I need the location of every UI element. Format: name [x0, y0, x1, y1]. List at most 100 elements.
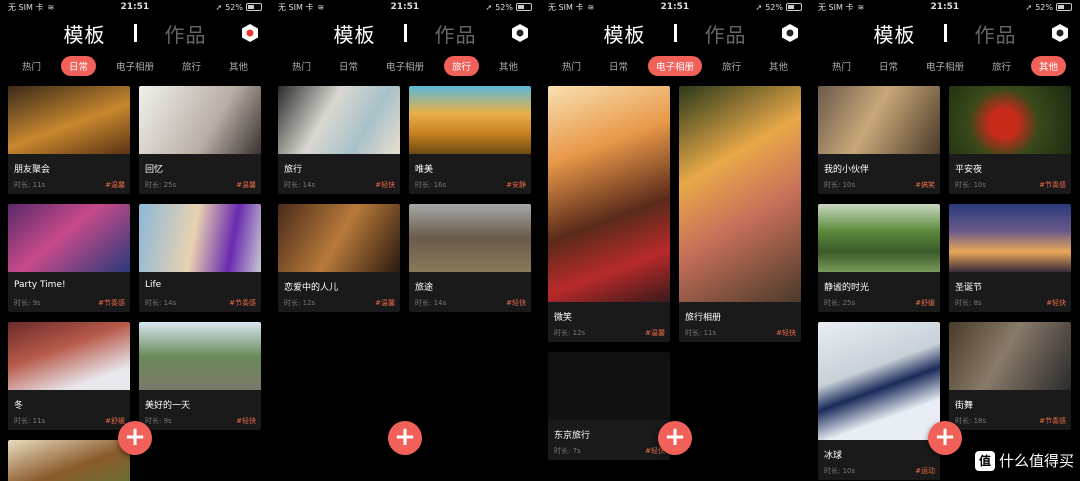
- thumbnail: [818, 322, 940, 440]
- template-card[interactable]: 回忆 时长: 25s #温馨: [139, 86, 261, 194]
- card-duration: 时长: 25s: [824, 299, 856, 307]
- tab-templates[interactable]: 模板: [604, 19, 646, 48]
- thumbnail: [548, 86, 670, 302]
- category-tab-active[interactable]: 其他: [1030, 56, 1066, 76]
- app-header: 模板 作品: [540, 14, 810, 52]
- category-tabs: 热门 日常 电子相册 旅行 其他: [810, 52, 1080, 80]
- template-card[interactable]: 旅行 时长: 14s #轻快: [278, 86, 400, 194]
- thumbnail: [139, 322, 261, 390]
- tab-works[interactable]: 作品: [705, 19, 747, 48]
- template-card[interactable]: 平安夜 时长: 10s #节奏感: [949, 86, 1071, 194]
- card-tag: #轻快: [1046, 299, 1066, 307]
- status-bar: 无 SIM 卡 ≋ 21:51 ➚ 52%: [810, 0, 1080, 14]
- tab-templates[interactable]: 模板: [64, 19, 106, 48]
- template-card[interactable]: Life 时长: 14s #节奏感: [139, 204, 261, 312]
- card-duration: 时长: 12s: [554, 329, 586, 337]
- card-duration: 时长: 18s: [955, 417, 987, 425]
- card-title: 旅行: [284, 165, 303, 175]
- template-card[interactable]: 旅行相册 时长: 11s #轻快: [679, 86, 801, 342]
- card-duration: 时长: 11s: [14, 181, 46, 189]
- category-tab[interactable]: 热门: [284, 56, 319, 76]
- settings-hex-icon[interactable]: [240, 23, 260, 43]
- thumbnail: [139, 86, 261, 154]
- template-card[interactable]: 我的小伙伴 时长: 10s #搞笑: [818, 86, 940, 194]
- add-button[interactable]: +: [658, 421, 692, 455]
- category-tab-active[interactable]: 旅行: [443, 56, 479, 76]
- tab-works[interactable]: 作品: [975, 19, 1017, 48]
- watermark-logo: 值: [974, 450, 995, 471]
- template-card[interactable]: 圣诞节 时长: 8s #轻快: [949, 204, 1071, 312]
- category-tab[interactable]: 其他: [761, 56, 796, 76]
- card-tag: #运动: [915, 467, 935, 475]
- category-tab[interactable]: 旅行: [174, 56, 209, 76]
- wifi-icon: ≋: [47, 2, 55, 12]
- tab-works[interactable]: 作品: [165, 19, 207, 48]
- header-divider: [673, 24, 677, 42]
- category-tab-active[interactable]: 日常: [60, 56, 96, 76]
- category-tab[interactable]: 其他: [491, 56, 526, 76]
- screens-row: 无 SIM 卡 ≋ 21:51 ➚ 52% 模板 作品 热门 日常 电子相册 旅行 …: [0, 0, 1080, 481]
- template-card[interactable]: 美好的一天 时长: 9s #轻快: [139, 322, 261, 430]
- card-tag: #轻快: [776, 329, 796, 337]
- category-tab[interactable]: 日常: [871, 56, 906, 76]
- card-tag: #舒缓: [105, 417, 125, 425]
- card-title: 冬: [14, 401, 24, 411]
- category-tab-active[interactable]: 电子相册: [647, 56, 702, 76]
- template-card[interactable]: [8, 440, 130, 481]
- card-title: 唯美: [415, 165, 434, 175]
- card-title: 旅途: [415, 283, 434, 293]
- card-title: 圣诞节: [955, 283, 983, 293]
- tab-works[interactable]: 作品: [435, 19, 477, 48]
- template-card[interactable]: 旅途 时长: 14s #轻快: [409, 204, 531, 312]
- wifi-icon: ≋: [587, 2, 595, 12]
- template-card[interactable]: 唯美 时长: 16s #安静: [409, 86, 531, 194]
- add-button[interactable]: +: [118, 421, 152, 455]
- status-bar: 无 SIM 卡 ≋ 21:51 ➚ 52%: [0, 0, 270, 14]
- thumbnail: [949, 322, 1071, 390]
- template-card[interactable]: 东京旅行 时长: 7s #轻快: [548, 352, 670, 460]
- battery-icon: [246, 3, 262, 11]
- tab-templates[interactable]: 模板: [874, 19, 916, 48]
- add-button[interactable]: +: [928, 421, 962, 455]
- location-icon: ➚: [485, 2, 493, 12]
- template-card[interactable]: 微笑 时长: 12s #温馨: [548, 86, 670, 342]
- template-card[interactable]: Party Time! 时长: 9s #节奏感: [8, 204, 130, 312]
- category-tabs: 热门 日常 电子相册 旅行 其他: [540, 52, 810, 80]
- category-tab[interactable]: 其他: [221, 56, 256, 76]
- template-card[interactable]: 恋爱中的人儿 时长: 12s #温馨: [278, 204, 400, 312]
- category-tab[interactable]: 热门: [554, 56, 589, 76]
- category-tab[interactable]: 日常: [331, 56, 366, 76]
- card-title: 微笑: [554, 313, 573, 323]
- template-card[interactable]: 冰球 时长: 10s #运动: [818, 322, 940, 480]
- category-tab[interactable]: 热门: [824, 56, 859, 76]
- category-tab[interactable]: 电子相册: [108, 56, 162, 76]
- battery-percent: 52%: [765, 2, 783, 12]
- settings-hex-icon[interactable]: [1050, 23, 1070, 43]
- card-tag: #轻快: [506, 299, 526, 307]
- category-tab[interactable]: 电子相册: [918, 56, 972, 76]
- template-card[interactable]: 冬 时长: 11s #舒缓: [8, 322, 130, 430]
- category-tab[interactable]: 旅行: [984, 56, 1019, 76]
- tab-templates[interactable]: 模板: [334, 19, 376, 48]
- screen-other: 无 SIM 卡 ≋ 21:51 ➚ 52% 模板 作品 热门 日常 电子相册 旅行 …: [810, 0, 1080, 481]
- template-card[interactable]: 朋友聚会 时长: 11s #温馨: [8, 86, 130, 194]
- thumbnail: [679, 86, 801, 302]
- app-header: 模板 作品: [810, 14, 1080, 52]
- thumbnail: [818, 86, 940, 154]
- category-tab[interactable]: 热门: [14, 56, 49, 76]
- template-card[interactable]: 街舞 时长: 18s #节奏感: [949, 322, 1071, 430]
- settings-hex-icon[interactable]: [780, 23, 800, 43]
- card-duration: 时长: 12s: [284, 299, 316, 307]
- carrier-text: 无 SIM 卡: [8, 2, 44, 12]
- add-button[interactable]: +: [388, 421, 422, 455]
- card-title: 街舞: [955, 401, 974, 411]
- template-card[interactable]: 静谧的时光 时长: 25s #舒缓: [818, 204, 940, 312]
- category-tab[interactable]: 旅行: [714, 56, 749, 76]
- category-tab[interactable]: 电子相册: [378, 56, 432, 76]
- wifi-icon: ≋: [857, 2, 865, 12]
- category-tab[interactable]: 日常: [601, 56, 636, 76]
- card-duration: 时长: 7s: [554, 447, 581, 455]
- settings-hex-icon[interactable]: [510, 23, 530, 43]
- plus-icon: +: [664, 422, 686, 452]
- location-icon: ➚: [755, 2, 763, 12]
